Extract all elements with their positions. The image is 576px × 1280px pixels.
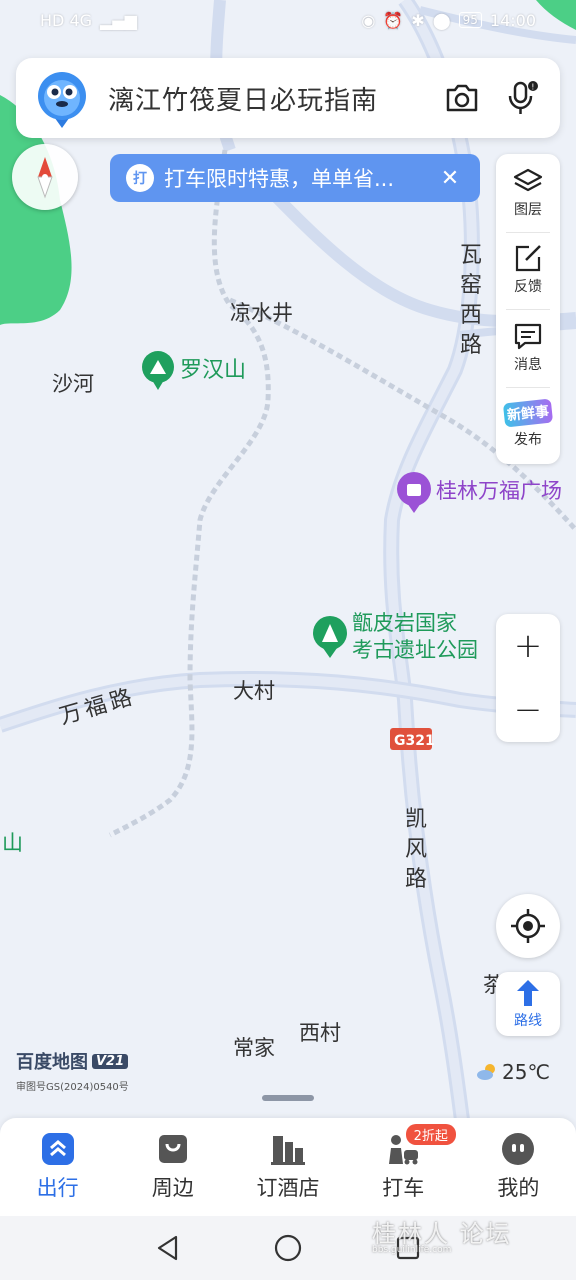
label-shan: 山 xyxy=(2,831,23,855)
messages-label: 消息 xyxy=(514,356,542,373)
search-input[interactable]: 漓江竹筏夏日必玩指南 xyxy=(108,80,440,117)
feedback-icon xyxy=(515,245,541,272)
messages-button[interactable]: 消息 xyxy=(496,309,560,387)
crosshair-icon xyxy=(511,909,545,943)
signal-indicator: HD 4G xyxy=(40,10,93,30)
label-zengpiyan-2: 考古遗址公园 xyxy=(352,638,478,662)
bottom-nav: 出行 周边 订酒店 2折起 打车 我的 xyxy=(0,1118,576,1216)
taxi-promo-banner[interactable]: 打 打车限时特惠，单单省... ✕ xyxy=(110,154,480,202)
tab-hotel-label: 订酒店 xyxy=(256,1176,320,1200)
alarm-icon: ⏰ xyxy=(383,10,404,30)
feedback-button[interactable]: 反馈 xyxy=(496,231,560,310)
tab-hotel[interactable]: 订酒店 xyxy=(230,1118,345,1216)
label-liangshuijing: 凉水井 xyxy=(230,301,293,325)
bluetooth-icon: ✱ xyxy=(411,10,425,30)
tab-profile-label: 我的 xyxy=(497,1176,540,1200)
taxi-promo-icon: 打 xyxy=(126,164,154,192)
tab-nearby[interactable]: 周边 xyxy=(115,1118,230,1216)
baidu-map-logo: 百度地图 V21 审图号GS(2024)0540号 xyxy=(16,1048,129,1093)
camera-icon[interactable] xyxy=(440,76,484,120)
forum-watermark: 桂林人 论坛 bbs.guilinlife.com xyxy=(372,1214,512,1255)
layers-icon xyxy=(513,168,543,191)
feedback-label: 反馈 xyxy=(514,279,542,296)
tab-travel-label: 出行 xyxy=(36,1176,79,1200)
tab-taxi[interactable]: 2折起 打车 xyxy=(346,1118,461,1216)
tab-travel[interactable]: 出行 xyxy=(0,1118,115,1216)
close-icon[interactable]: ✕ xyxy=(430,158,470,198)
signal-bars-icon: ▂▄▆ xyxy=(100,10,137,30)
road-label-wayao-3: 西 xyxy=(460,303,482,328)
tab-nearby-label: 周边 xyxy=(151,1176,194,1200)
location-icon: ⬤ xyxy=(432,10,451,30)
svg-text:!: ! xyxy=(531,83,534,92)
partly-cloudy-icon xyxy=(477,1064,495,1080)
taxi-discount-badge: 2折起 xyxy=(405,1124,456,1145)
label-shahe: 沙河 xyxy=(52,372,94,396)
my-location-button[interactable] xyxy=(496,894,560,958)
road-label-kaifeng-1: 凯 xyxy=(405,807,427,832)
back-icon[interactable] xyxy=(148,1228,188,1268)
profile-icon xyxy=(502,1133,535,1165)
brand-name: 百度地图 xyxy=(16,1052,88,1073)
microphone-icon[interactable]: ! xyxy=(500,76,544,120)
status-bar: HD 4G ▂▄▆ ◉ ⏰ ✱ ⬤ 95 14:00 xyxy=(0,0,576,40)
nearby-icon xyxy=(158,1135,187,1163)
road-label-kaifeng-3: 路 xyxy=(405,867,427,892)
road-label-kaifeng-2: 风 xyxy=(405,837,427,862)
label-luohanshan: 罗汉山 xyxy=(180,358,246,383)
zoom-controls: + − xyxy=(496,614,560,742)
tab-profile[interactable]: 我的 xyxy=(461,1118,576,1216)
label-dacun: 大村 xyxy=(233,679,275,703)
publish-button[interactable]: 新鲜事 发布 xyxy=(496,386,560,465)
watermark-text: 桂林人 论坛 xyxy=(372,1220,512,1248)
tab-taxi-label: 打车 xyxy=(382,1176,425,1200)
home-icon[interactable] xyxy=(268,1228,308,1268)
label-wanfu-plaza: 桂林万福广场 xyxy=(436,479,562,503)
publish-label: 发布 xyxy=(514,432,542,449)
promo-text[interactable]: 打车限时特惠，单单省... xyxy=(164,163,430,193)
duxiaobao-mascot-icon[interactable] xyxy=(34,66,90,130)
travel-icon xyxy=(41,1133,74,1165)
zoom-in-button[interactable]: + xyxy=(496,614,560,678)
search-bar[interactable]: 漓江竹筏夏日必玩指南 ! xyxy=(16,58,560,138)
hotel-icon xyxy=(271,1136,305,1165)
route-arrow-icon xyxy=(517,980,539,1006)
compass-icon xyxy=(37,157,53,199)
version-badge: V21 xyxy=(92,1053,129,1069)
zoom-out-button[interactable]: − xyxy=(496,678,560,742)
label-changjia: 常家 xyxy=(233,1036,275,1060)
weather-widget[interactable]: 25℃ xyxy=(476,1060,550,1084)
route-button[interactable]: 路线 xyxy=(496,972,560,1036)
road-label-wayao-2: 窑 xyxy=(460,273,482,298)
battery-icon: 95 xyxy=(458,12,482,28)
publish-badge: 新鲜事 xyxy=(506,404,550,425)
label-zengpiyan-1: 甑皮岩国家 xyxy=(352,611,457,635)
road-label-g321: G321 xyxy=(394,733,435,749)
temperature: 25℃ xyxy=(502,1060,550,1084)
message-icon xyxy=(514,323,542,349)
route-label: 路线 xyxy=(514,1013,542,1029)
publish-icon: 新鲜事 xyxy=(502,398,554,428)
map-approval-number: 审图号GS(2024)0540号 xyxy=(16,1082,129,1093)
label-xicun: 西村 xyxy=(299,1021,341,1045)
layers-label: 图层 xyxy=(514,201,542,218)
eye-icon: ◉ xyxy=(361,10,376,30)
layers-button[interactable]: 图层 xyxy=(496,154,560,232)
road-label-wayao-1: 瓦 xyxy=(460,243,482,268)
road-label-wayao-4: 路 xyxy=(460,333,482,358)
compass-button[interactable] xyxy=(12,144,78,210)
map-tools-panel: 图层 反馈 消息 新鲜事 发布 xyxy=(496,154,560,464)
status-time: 14:00 xyxy=(489,10,536,30)
drag-handle[interactable] xyxy=(262,1095,314,1101)
